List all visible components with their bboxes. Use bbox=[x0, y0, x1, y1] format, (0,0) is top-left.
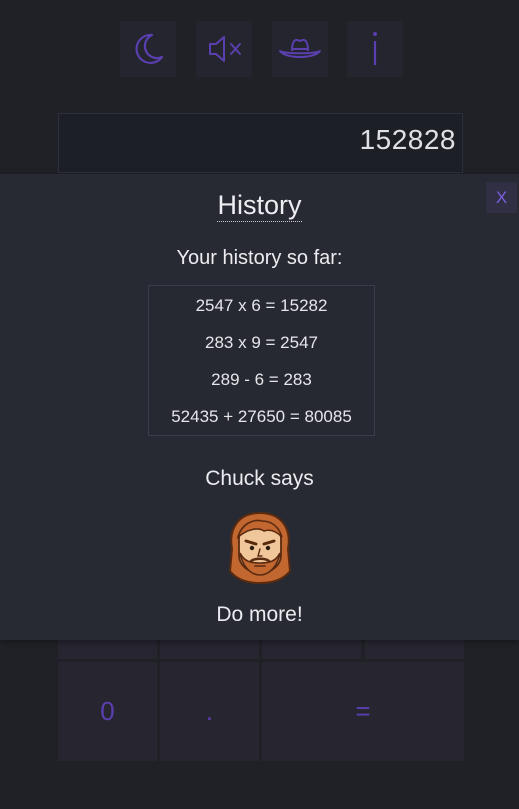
chuck-message: Do more! bbox=[216, 603, 303, 626]
history-item: 52435 + 27650 = 80085 bbox=[171, 407, 352, 426]
history-item: 283 x 9 = 2547 bbox=[205, 333, 318, 352]
info-icon bbox=[373, 32, 377, 65]
theme-toggle-button[interactable] bbox=[120, 21, 176, 77]
key-decimal[interactable]: . bbox=[160, 662, 259, 761]
history-subtitle: Your history so far: bbox=[176, 247, 343, 269]
key-equals[interactable]: = bbox=[262, 662, 464, 761]
history-list: 2547 x 6 = 15282 283 x 9 = 2547 289 - 6 … bbox=[148, 285, 375, 436]
history-title-wrapper: History bbox=[0, 190, 519, 222]
speaker-muted-icon bbox=[209, 36, 241, 62]
sound-toggle-button[interactable] bbox=[196, 21, 252, 77]
keypad-key[interactable] bbox=[58, 640, 157, 659]
chuck-norris-avatar-icon bbox=[228, 511, 292, 585]
keypad-key[interactable] bbox=[262, 640, 361, 659]
keypad-key[interactable] bbox=[365, 640, 464, 659]
chuck-mode-button[interactable] bbox=[272, 21, 328, 77]
history-modal: X History Your history so far: 2547 x 6 … bbox=[0, 174, 519, 640]
calculator-display: 152828 bbox=[58, 113, 463, 173]
history-item: 2547 x 6 = 15282 bbox=[195, 296, 328, 315]
toolbar bbox=[0, 21, 519, 77]
moon-icon bbox=[135, 33, 164, 64]
key-zero[interactable]: 0 bbox=[58, 662, 157, 761]
history-title: History bbox=[217, 190, 302, 222]
chuck-says-heading: Chuck says bbox=[205, 467, 314, 490]
display-value: 152828 bbox=[359, 124, 456, 155]
history-item: 289 - 6 = 283 bbox=[211, 370, 312, 389]
cowboy-hat-icon bbox=[279, 38, 321, 58]
keypad-key[interactable] bbox=[160, 640, 259, 659]
info-button[interactable] bbox=[347, 21, 403, 77]
